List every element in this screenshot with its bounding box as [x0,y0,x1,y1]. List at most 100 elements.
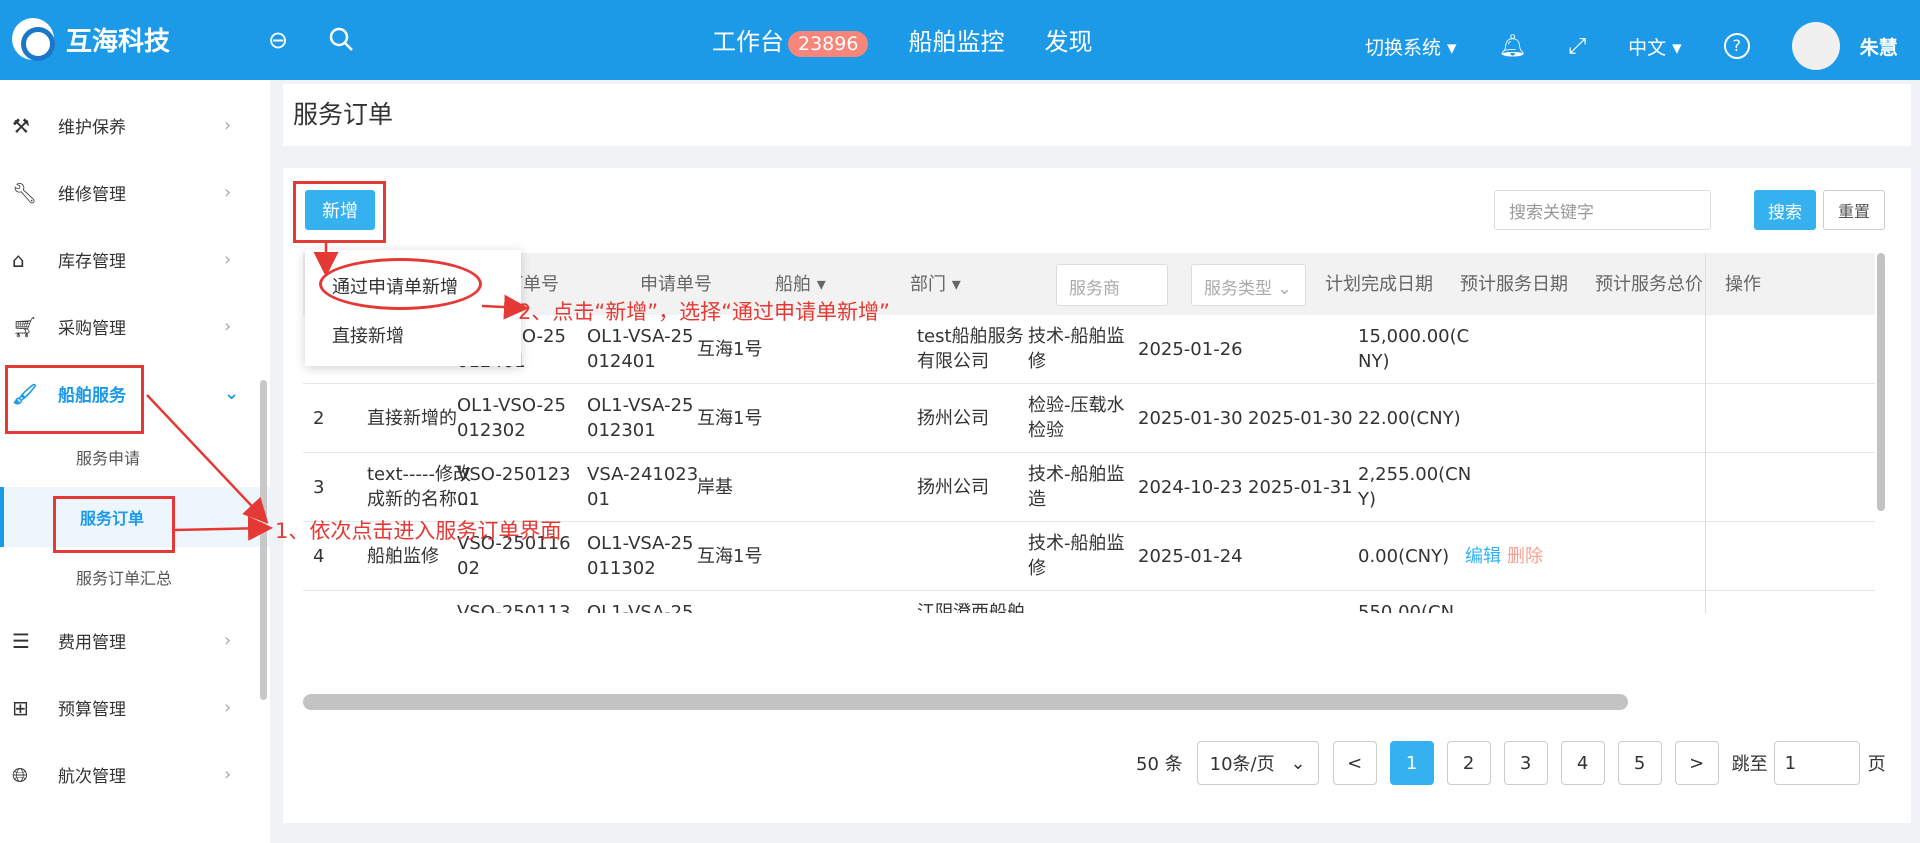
cell-est-total: 22.00(CNY) [1358,407,1461,429]
wrench-icon: 🔧︎ [12,180,38,205]
avatar[interactable] [1791,22,1840,70]
page-title: 服务订单 [293,100,394,129]
cell-order-no: VSO-250113 02 [457,602,571,613]
nav-workbench-label: 工作台 [712,28,784,56]
col-est-total: 预计服务总价 [1595,273,1703,295]
calculator-icon: ⊞ [12,695,29,720]
page-5-button[interactable]: 5 [1617,741,1662,785]
chevron-right-icon: › [224,316,232,337]
reset-button[interactable]: 重置 [1823,190,1885,230]
cell-idx: 4 [313,545,325,567]
sidebar-item-voyage[interactable]: 🌐︎ 航次管理 › [0,741,270,808]
cell-est-date: 2025-01-30 [1248,407,1353,429]
cell-plan-date: 2025-01-24 [1138,545,1243,567]
menu-add-direct[interactable]: 直接新增 [332,322,404,348]
nav-ship-monitor[interactable]: 船舶监控 [908,22,1004,57]
brand-logo[interactable]: 互海科技 [12,18,171,61]
hammer-icon: ⚒︎ [12,113,30,138]
sidebar-scrollbar[interactable] [260,380,267,700]
sidebar-item-expense[interactable]: ☰ 费用管理 › [0,607,270,674]
annotation-step1: 1、依次点击进入服务订单界面 [275,519,562,543]
chevron-right-icon: › [224,697,232,718]
cell-est-date: 2025-01-23 [1248,613,1353,614]
service-type-filter[interactable]: 服务类型 ⌄ [1191,264,1306,306]
help-icon[interactable]: ? [1723,33,1750,59]
order-list-card: 新增 搜索关键字 搜索 重置 订单号 申请单号 船舶 ▾ 部门 ▾ 服务商 服务… [283,168,1911,823]
sidebar-item-label: 预算管理 [58,700,126,720]
page-3-button[interactable]: 3 [1503,741,1548,785]
sidebar-item-label: 采购管理 [58,319,126,339]
chevron-down-icon: ⌄ [1290,752,1306,774]
home-icon: ⌂ [12,247,25,272]
fullscreen-icon[interactable]: ⤢ [1569,34,1587,59]
coins-icon: ☰ [12,628,30,653]
switch-system-dropdown[interactable]: 切换系统 ▾ [1365,33,1457,60]
sidebar-item-maintenance[interactable]: ⚒︎ 维护保养 › [0,92,270,159]
back-circle-icon[interactable]: ⊖ [268,26,288,54]
nav-workbench[interactable]: 工作台 23896 [712,22,869,57]
table-vertical-scrollbar[interactable] [1877,253,1885,511]
cell-idx: 2 [313,407,325,429]
cell-order-no: OL1-VSO-25 012302 [457,395,566,441]
col-apply-no[interactable]: 申请单号 [640,272,712,297]
provider-filter-input[interactable]: 服务商 [1056,264,1168,306]
keyword-search-input[interactable]: 搜索关键字 [1494,190,1711,230]
col-ship-filter[interactable]: 船舶 ▾ [775,272,826,297]
delete-link[interactable]: 删除 [1507,544,1543,569]
cell-idx: 3 [313,476,325,498]
cell-service-type: 通讯-电话费 [1028,613,1125,614]
cell-apply-no: OL1-VSA-25 012301 [587,395,694,441]
cell-name: 直接新增的 [367,407,457,429]
sidebar-item-inventory[interactable]: ⌂ 库存管理 › [0,226,270,293]
page-header: 服务订单 [283,84,1911,146]
col-est-date: 预计服务日期 [1460,273,1568,295]
sidebar-subitem-service-request[interactable]: 服务申请 [0,427,270,487]
edit-link[interactable]: 编辑 [1465,544,1501,569]
cell-apply-no: OL1-VSA-25 012401 [587,326,694,372]
page-1-button[interactable]: 1 [1389,741,1434,785]
jump-page-value: 1 [1784,752,1797,774]
table-row[interactable]: 2 直接新增的 OL1-VSO-25 012302 OL1-VSA-25 012301… [303,384,1875,453]
top-bar: 互海科技 ⊖ 工作台 23896 船舶监控 发现 切换系统 ▾ 🔔︎ ⤢ 中文 ▾… [0,0,1920,80]
fixed-column-divider [1705,253,1706,613]
cell-idx: 5 [313,613,324,614]
chevron-right-icon: › [224,249,232,270]
workbench-count-badge: 23896 [788,31,869,57]
globe-icon: 🌐︎ [12,762,28,787]
cell-ship: 互海1号 [697,545,763,567]
page-size-select[interactable]: 10条/页 ⌄ [1196,741,1319,785]
col-dept-filter[interactable]: 部门 ▾ [910,272,961,297]
prev-page-button[interactable]: < [1332,741,1377,785]
brand-name: 互海科技 [66,26,171,57]
cell-service-type: 检验-压载水 检验 [1028,395,1125,441]
table-row[interactable]: 5 电话费申请VSO-250113 02 OL1-VSA-25 011301互海1号… [303,591,1875,613]
chevron-down-icon: ⌄ [224,383,240,404]
cell-service-type: 技术-船舶监 修 [1028,533,1125,579]
search-placeholder: 搜索关键字 [1509,202,1594,223]
search-icon[interactable] [328,26,354,58]
chevron-right-icon: › [224,764,232,785]
cell-est-date: 2025-01-31 [1248,476,1353,498]
col-ops: 操作 [1725,273,1761,295]
search-button[interactable]: 搜索 [1754,190,1816,230]
sidebar-item-budget[interactable]: ⊞ 预算管理 › [0,674,270,741]
cell-name: 船舶监修 [367,545,439,567]
next-page-button[interactable]: > [1674,741,1719,785]
table-horizontal-scrollbar[interactable] [303,694,1628,710]
username[interactable]: 朱慧 [1860,33,1898,60]
sidebar-item-purchase[interactable]: 🛒︎ 采购管理 › [0,293,270,360]
language-dropdown[interactable]: 中文 ▾ [1628,33,1682,60]
page-2-button[interactable]: 2 [1446,741,1491,785]
jump-page-input[interactable]: 1 [1773,741,1860,785]
page-4-button[interactable]: 4 [1560,741,1605,785]
table-row[interactable]: 3 text-----修改 成新的名称… VSO-250123 01 VSA-2410… [303,453,1875,522]
chevron-right-icon: › [224,115,232,136]
bell-icon[interactable]: 🔔︎ [1499,34,1527,59]
cell-plan-date: 2024-10-23 [1138,476,1243,498]
sidebar-subitem-order-summary[interactable]: 服务订单汇总 [0,547,270,607]
cell-order-no: VSO-250123 01 [457,464,571,510]
chevron-right-icon: › [224,630,232,651]
total-count: 50 条 [1136,754,1183,775]
sidebar-item-repair[interactable]: 🔧︎ 维修管理 › [0,159,270,226]
nav-discover[interactable]: 发现 [1044,22,1092,57]
